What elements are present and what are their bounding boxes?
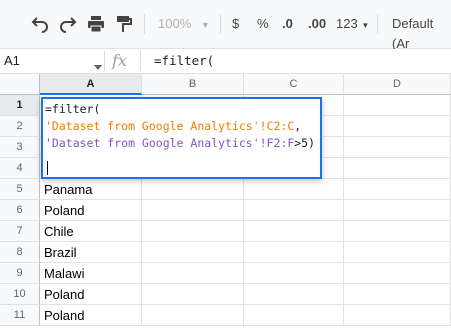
cell-formula-editor[interactable]: =filter( 'Dataset from Google Analytics'… [41, 97, 322, 179]
row-header[interactable]: 5 [0, 179, 40, 200]
column-header-b[interactable]: B [142, 74, 244, 95]
more-formats-button[interactable]: 123 ▼ [336, 14, 369, 34]
font-select[interactable]: Default (Ar [392, 14, 451, 51]
row-header[interactable]: 6 [0, 200, 40, 221]
toolbar-divider [377, 14, 378, 34]
formula-line-2: 'Dataset from Google Analytics'!C2:C, [45, 118, 320, 135]
formula-line-1: =filter( [45, 102, 101, 116]
print-icon[interactable] [86, 14, 106, 34]
percent-button[interactable]: % [257, 14, 269, 34]
row-header[interactable]: 4 [0, 158, 40, 179]
formula-bar: A1 fx =filter( [0, 49, 451, 74]
undo-icon[interactable] [30, 14, 50, 34]
row-header[interactable]: 8 [0, 242, 40, 263]
cell-a5[interactable]: Panama [40, 179, 142, 200]
formula-input[interactable]: =filter( [154, 49, 214, 73]
column-header-c[interactable]: C [244, 74, 344, 95]
cell-a9[interactable]: Malawi [40, 263, 142, 284]
zoom-value: 100% [158, 16, 192, 31]
cell-a6[interactable]: Poland [40, 200, 142, 221]
condition-text: >5) [294, 136, 316, 150]
formula-bar-divider [104, 51, 105, 71]
row-header[interactable]: 7 [0, 221, 40, 242]
decrease-decimal-label: .0 [282, 16, 293, 31]
row-header[interactable]: 2 [0, 116, 40, 137]
column-d-cells[interactable] [344, 95, 451, 326]
toolbar-divider [144, 14, 145, 34]
name-box[interactable]: A1 [0, 49, 104, 73]
fx-icon: fx [112, 51, 127, 70]
cell-a7[interactable]: Chile [40, 221, 142, 242]
chevron-down-icon: ▼ [200, 20, 210, 30]
row-header[interactable]: 1 [0, 95, 40, 116]
select-all-corner[interactable] [0, 74, 40, 95]
zoom-select[interactable]: 100% ▼ [158, 14, 210, 34]
range-reference-2: 'Dataset from Google Analytics'!F2:F [45, 136, 295, 150]
range-reference-1: 'Dataset from Google Analytics'!C2:C [45, 119, 295, 133]
paint-format-icon[interactable] [114, 14, 134, 34]
increase-decimal-label: .00 [308, 16, 327, 31]
name-box-value: A1 [4, 53, 20, 68]
increase-decimal-button[interactable]: .00 [308, 14, 326, 34]
formula-line-3: 'Dataset from Google Analytics'!F2:F>5) [45, 135, 320, 152]
text-cursor [47, 161, 48, 175]
decrease-decimal-button[interactable]: .0 [282, 14, 293, 34]
column-header-a[interactable]: A [40, 74, 142, 95]
toolbar: 100% ▼ $ % .0 .00 123 ▼ Default (Ar [0, 0, 451, 51]
redo-icon[interactable] [58, 14, 78, 34]
row-header[interactable]: 9 [0, 263, 40, 284]
cell-a11[interactable]: Poland [40, 305, 142, 326]
formula-bar-divider [140, 51, 141, 71]
more-formats-label: 123 [336, 16, 358, 31]
row-header[interactable]: 11 [0, 305, 40, 326]
cell-a8[interactable]: Brazil [40, 242, 142, 263]
row-header[interactable]: 10 [0, 284, 40, 305]
row-header[interactable]: 3 [0, 137, 40, 158]
toolbar-divider [220, 14, 221, 34]
argument-separator: , [294, 119, 302, 133]
column-header-d[interactable]: D [344, 74, 451, 95]
currency-button[interactable]: $ [232, 14, 239, 34]
chevron-down-icon: ▼ [361, 21, 370, 30]
cell-a10[interactable]: Poland [40, 284, 142, 305]
